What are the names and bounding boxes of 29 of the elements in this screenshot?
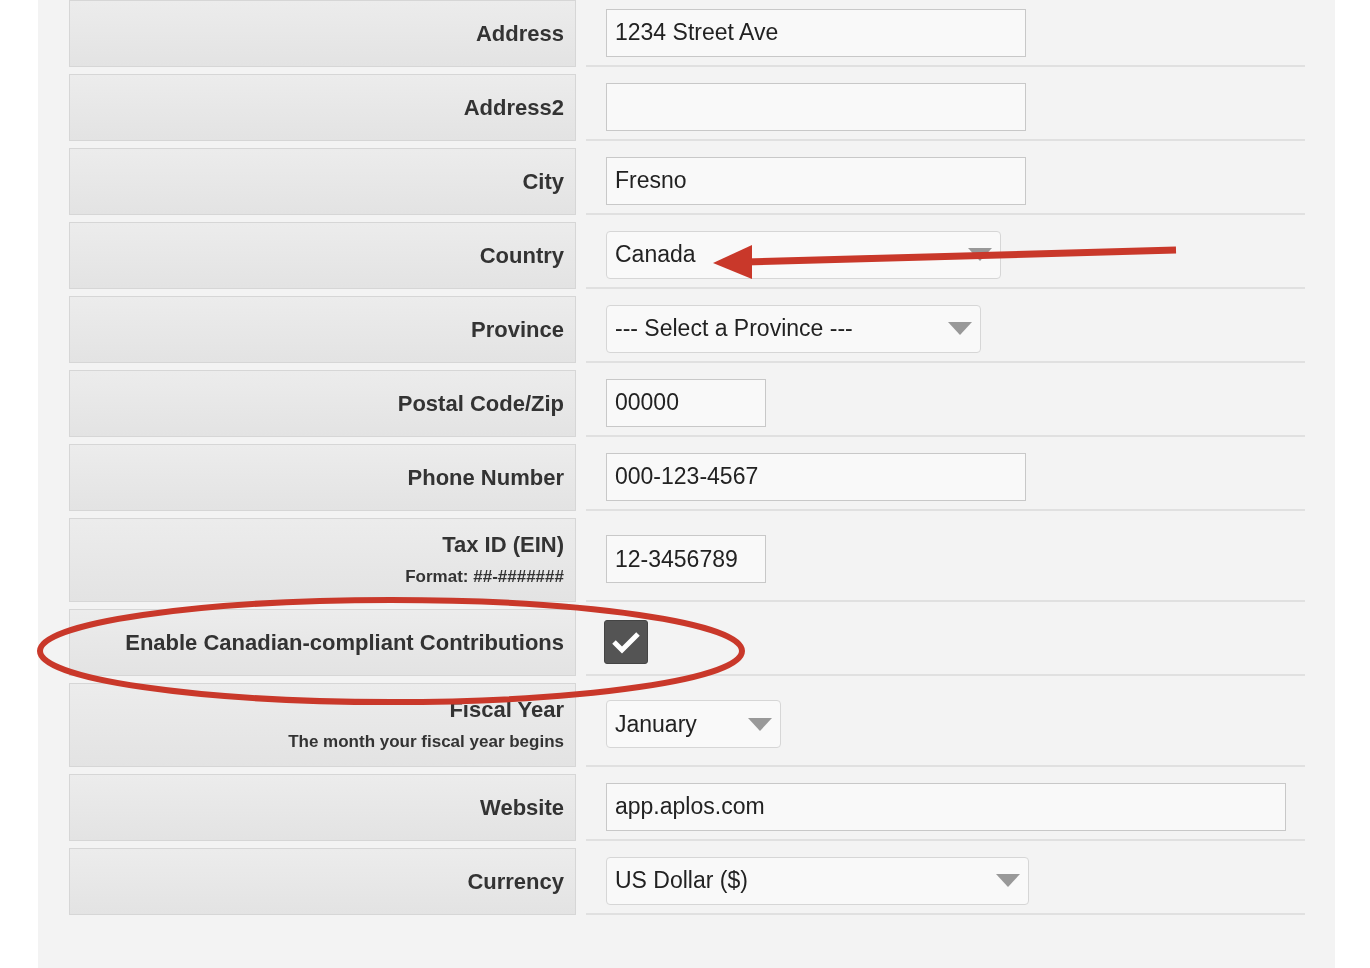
label-text: Website bbox=[480, 793, 564, 822]
hint-text: The month your fiscal year begins bbox=[288, 731, 564, 753]
input-field[interactable]: 12-3456789 bbox=[606, 535, 766, 583]
input-field[interactable]: app.aplos.com bbox=[606, 782, 1286, 831]
dropdown[interactable]: US Dollar ($) bbox=[606, 856, 1029, 905]
input-field[interactable]: Fresno bbox=[606, 156, 1026, 205]
input-field[interactable]: 000-123-4567 bbox=[606, 452, 1026, 501]
input-field[interactable]: 1234 Street Ave bbox=[606, 8, 1026, 57]
checkbox[interactable] bbox=[604, 619, 648, 664]
label-text: Phone Number bbox=[407, 463, 564, 492]
label-text: Tax ID (EIN) bbox=[442, 530, 564, 558]
caret-icon bbox=[948, 322, 972, 335]
label-text: Address2 bbox=[463, 93, 564, 122]
dropdown[interactable]: January bbox=[606, 700, 781, 748]
caret-icon bbox=[968, 248, 992, 261]
input-field[interactable] bbox=[606, 82, 1026, 131]
caret-icon bbox=[748, 717, 772, 731]
label-text: Province bbox=[471, 315, 564, 344]
label-text: Country bbox=[479, 241, 564, 270]
label-text: Address bbox=[475, 19, 564, 48]
label-text: City bbox=[522, 167, 564, 196]
dropdown[interactable]: --- Select a Province --- bbox=[606, 304, 981, 353]
hint-text: Format: ##-####### bbox=[405, 566, 564, 588]
input-field[interactable]: 00000 bbox=[606, 378, 766, 427]
checkmark-icon bbox=[611, 629, 641, 654]
label-text: Enable Canadian-compliant Contributions bbox=[125, 628, 564, 657]
label-text: Postal Code/Zip bbox=[397, 389, 564, 418]
label-text: Currency bbox=[467, 867, 564, 896]
caret-icon bbox=[996, 874, 1020, 887]
